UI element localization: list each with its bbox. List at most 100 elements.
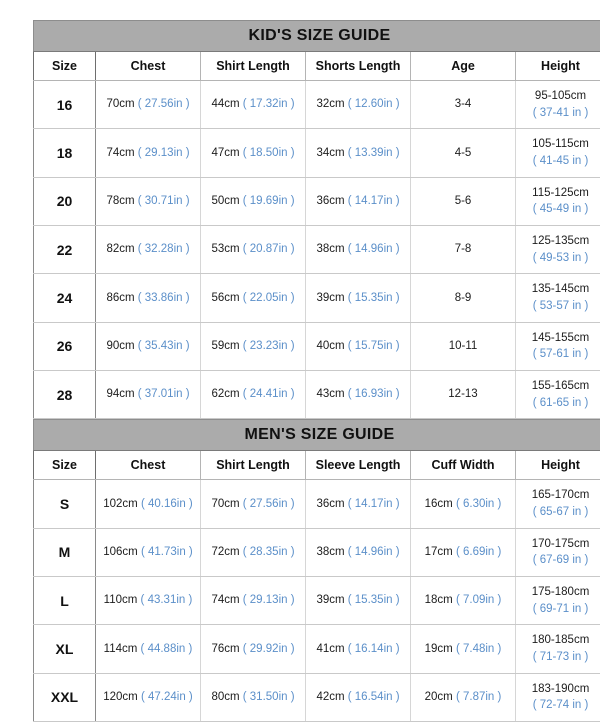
- mens-cuff-width-value: 19cm ( 7.48in ): [411, 625, 516, 673]
- mens-header-row: Size Chest Shirt Length Sleeve Length Cu…: [34, 451, 600, 480]
- cm-value: 19cm: [425, 643, 453, 655]
- mens-header-cuff-width: Cuff Width: [411, 451, 516, 480]
- kids-height-value: 115-125cm( 45-49 in ): [516, 177, 600, 225]
- cm-value: 74cm: [106, 147, 134, 159]
- mens-cuff-width-value: 17cm ( 6.69in ): [411, 528, 516, 576]
- mens-height-value: 165-170cm( 65-67 in ): [516, 480, 600, 528]
- mens-size-value: M: [34, 528, 96, 576]
- mens-size-value: XL: [34, 625, 96, 673]
- kids-height-value: 105-115cm( 41-45 in ): [516, 129, 600, 177]
- table-row: 16 70cm ( 27.56in ) 44cm ( 17.32in ) 32c…: [34, 81, 600, 129]
- inch-value: ( 15.35in ): [348, 292, 400, 304]
- cm-value: 175-180cm: [518, 584, 600, 601]
- mens-size-value: XXL: [34, 673, 96, 721]
- table-row: L 110cm ( 43.31in ) 74cm ( 29.13in ) 39c…: [34, 577, 600, 625]
- cm-value: 17cm: [425, 546, 453, 558]
- mens-height-value: 170-175cm( 67-69 in ): [516, 528, 600, 576]
- mens-shirt-length-value: 70cm ( 27.56in ): [201, 480, 306, 528]
- cm-value: 135-145cm: [518, 281, 600, 298]
- mens-size-guide-table: MEN'S SIZE GUIDE Size Chest Shirt Length…: [33, 419, 600, 722]
- inch-value: ( 72-74 in ): [518, 697, 600, 714]
- cm-value: 95-105cm: [518, 88, 600, 105]
- kids-shorts-length-value: 32cm ( 12.60in ): [306, 81, 411, 129]
- kids-chest-value: 82cm ( 32.28in ): [96, 226, 201, 274]
- inch-value: ( 35.43in ): [138, 340, 190, 352]
- inch-value: ( 49-53 in ): [518, 250, 600, 267]
- mens-chest-value: 110cm ( 43.31in ): [96, 577, 201, 625]
- mens-shirt-length-value: 76cm ( 29.92in ): [201, 625, 306, 673]
- kids-chest-value: 86cm ( 33.86in ): [96, 274, 201, 322]
- mens-height-value: 183-190cm( 72-74 in ): [516, 673, 600, 721]
- cm-value: 43cm: [316, 388, 344, 400]
- kids-shirt-length-value: 44cm ( 17.32in ): [201, 81, 306, 129]
- mens-size-value: L: [34, 577, 96, 625]
- inch-value: ( 15.75in ): [348, 340, 400, 352]
- inch-value: ( 28.35in ): [243, 546, 295, 558]
- cm-value: 70cm: [211, 498, 239, 510]
- kids-age-value: 5-6: [411, 177, 516, 225]
- inch-value: ( 17.32in ): [243, 98, 295, 110]
- inch-value: ( 7.09in ): [456, 594, 501, 606]
- mens-title: MEN'S SIZE GUIDE: [34, 420, 600, 451]
- kids-header-size: Size: [34, 52, 96, 81]
- kids-height-value: 135-145cm( 53-57 in ): [516, 274, 600, 322]
- mens-sleeve-length-value: 42cm ( 16.54in ): [306, 673, 411, 721]
- inch-value: ( 47.24in ): [141, 691, 193, 703]
- cm-value: 155-165cm: [518, 378, 600, 395]
- cm-value: 115-125cm: [518, 185, 600, 202]
- kids-header-shorts-length: Shorts Length: [306, 52, 411, 81]
- cm-value: 120cm: [103, 691, 138, 703]
- cm-value: 20cm: [425, 691, 453, 703]
- table-row: 28 94cm ( 37.01in ) 62cm ( 24.41in ) 43c…: [34, 371, 600, 419]
- cm-value: 110cm: [104, 594, 138, 606]
- mens-header-size: Size: [34, 451, 96, 480]
- inch-value: ( 67-69 in ): [518, 552, 600, 569]
- cm-value: 59cm: [211, 340, 239, 352]
- kids-size-value: 22: [34, 226, 96, 274]
- kids-height-value: 155-165cm( 61-65 in ): [516, 371, 600, 419]
- kids-shirt-length-value: 59cm ( 23.23in ): [201, 322, 306, 370]
- cm-value: 18cm: [425, 594, 453, 606]
- cm-value: 80cm: [211, 691, 239, 703]
- inch-value: ( 44.88in ): [141, 643, 193, 655]
- inch-value: ( 41-45 in ): [518, 153, 600, 170]
- cm-value: 94cm: [106, 388, 134, 400]
- table-row: S 102cm ( 40.16in ) 70cm ( 27.56in ) 36c…: [34, 480, 600, 528]
- kids-size-value: 18: [34, 129, 96, 177]
- inch-value: ( 16.14in ): [348, 643, 400, 655]
- kids-size-value: 20: [34, 177, 96, 225]
- inch-value: ( 31.50in ): [243, 691, 295, 703]
- inch-value: ( 37-41 in ): [518, 105, 600, 122]
- cm-value: 125-135cm: [518, 233, 600, 250]
- cm-value: 53cm: [211, 243, 239, 255]
- cm-value: 90cm: [106, 340, 134, 352]
- inch-value: ( 14.96in ): [348, 243, 400, 255]
- kids-shorts-length-value: 39cm ( 15.35in ): [306, 274, 411, 322]
- size-guide-page: KID'S SIZE GUIDE Size Chest Shirt Length…: [0, 0, 600, 600]
- kids-shirt-length-value: 47cm ( 18.50in ): [201, 129, 306, 177]
- cm-value: 105-115cm: [518, 136, 600, 153]
- kids-size-guide-table: KID'S SIZE GUIDE Size Chest Shirt Length…: [33, 20, 600, 419]
- cm-value: 70cm: [106, 98, 134, 110]
- kids-chest-value: 78cm ( 30.71in ): [96, 177, 201, 225]
- inch-value: ( 29.92in ): [243, 643, 295, 655]
- mens-header-chest: Chest: [96, 451, 201, 480]
- inch-value: ( 14.96in ): [348, 546, 400, 558]
- kids-shirt-length-value: 50cm ( 19.69in ): [201, 177, 306, 225]
- cm-value: 145-155cm: [518, 330, 600, 347]
- kids-header-age: Age: [411, 52, 516, 81]
- inch-value: ( 6.69in ): [456, 546, 501, 558]
- cm-value: 165-170cm: [518, 487, 600, 504]
- inch-value: ( 27.56in ): [243, 498, 295, 510]
- mens-chest-value: 106cm ( 41.73in ): [96, 528, 201, 576]
- inch-value: ( 12.60in ): [348, 98, 400, 110]
- cm-value: 50cm: [211, 195, 239, 207]
- mens-chest-value: 114cm ( 44.88in ): [96, 625, 201, 673]
- inch-value: ( 20.87in ): [243, 243, 295, 255]
- cm-value: 86cm: [106, 292, 134, 304]
- kids-age-value: 10-11: [411, 322, 516, 370]
- kids-shorts-length-value: 34cm ( 13.39in ): [306, 129, 411, 177]
- kids-size-value: 24: [34, 274, 96, 322]
- inch-value: ( 29.13in ): [243, 594, 295, 606]
- inch-value: ( 61-65 in ): [518, 395, 600, 412]
